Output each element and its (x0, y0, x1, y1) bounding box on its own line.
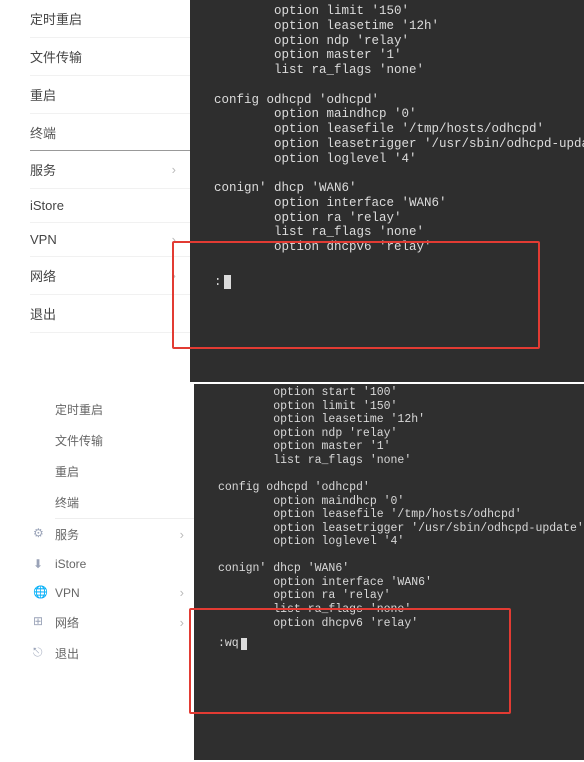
terminal-code: option start '100' option limit '150' op… (194, 384, 584, 630)
chevron-right-icon: › (172, 162, 176, 177)
panel-1: 定时重启文件传输重启终端服务 › iStore VPN›网络› 退出 option li… (0, 0, 584, 382)
chevron-right-icon: › (180, 615, 184, 630)
sidebar-item-label: 定时重启 (55, 401, 103, 418)
sidebar-item-label: 重启 (30, 85, 56, 104)
network-icon: ⊞ (33, 614, 47, 628)
sidebar-item-label: 重启 (55, 463, 79, 480)
sidebar-item[interactable]: 文件传输 (30, 38, 190, 76)
chevron-right-icon: › (180, 527, 184, 542)
sidebar-item[interactable]: 定时重启 (55, 394, 194, 425)
sidebar: 定时重启文件传输重启终端⚙服务›⬇iStore🌐VPN›⊞网络›⎋退出 (0, 384, 194, 669)
gear-icon: ⚙ (33, 526, 47, 540)
sidebar-item-label: 终端 (30, 123, 56, 142)
sidebar-item[interactable]: 退出 (30, 295, 190, 333)
sidebar-item-label: 退出 (30, 304, 56, 323)
sidebar-item-label: 服务 (30, 160, 56, 179)
terminal-code: option limit '150' option leasetime '12h… (190, 0, 584, 255)
sidebar-item-label: 终端 (55, 494, 79, 511)
sidebar-item[interactable]: VPN› (30, 223, 190, 257)
sidebar-item[interactable]: 文件传输 (55, 425, 194, 456)
sidebar-item-label: iStore (55, 557, 86, 571)
sidebar-item[interactable]: 定时重启 (30, 0, 190, 38)
sidebar-item[interactable]: 网络› (30, 257, 190, 295)
sidebar-item-label: 服务 (55, 526, 79, 543)
exit-icon: ⎋ (33, 645, 47, 659)
sidebar-item-label: VPN (55, 586, 80, 600)
panel-2: 定时重启文件传输重启终端⚙服务›⬇iStore🌐VPN›⊞网络›⎋退出 opti… (0, 382, 584, 758)
download-icon: ⬇ (33, 557, 47, 571)
sidebar-item[interactable]: 重启 (30, 76, 190, 114)
sidebar-item-label: 网络 (30, 266, 56, 285)
sidebar-item-label: 定时重启 (30, 9, 82, 28)
sidebar-item[interactable]: 终端 (30, 114, 190, 151)
sidebar-item-label: 退出 (55, 645, 79, 662)
sidebar-item-label: iStore (30, 198, 64, 213)
sidebar-item[interactable]: 🌐VPN› (55, 578, 194, 607)
sidebar-item[interactable]: ⬇iStore (55, 550, 194, 578)
chevron-right-icon: › (180, 585, 184, 600)
sidebar-item-label: 文件传输 (30, 47, 82, 66)
sidebar-item[interactable]: 服务 › (30, 151, 190, 189)
sidebar: 定时重启文件传输重启终端服务 › iStore VPN›网络› 退出 (0, 0, 190, 333)
sidebar-item[interactable]: 重启 (55, 456, 194, 487)
sidebar-item-label: VPN (30, 232, 57, 247)
sidebar-item[interactable]: ⚙服务› (55, 519, 194, 550)
sidebar-item[interactable]: 终端 (55, 487, 194, 519)
sidebar-item[interactable]: iStore (30, 189, 190, 223)
sidebar-item-label: 网络 (55, 614, 79, 631)
globe-icon: 🌐 (33, 585, 47, 599)
sidebar-item[interactable]: ⎋退出 (55, 638, 194, 669)
annotation-highlight (189, 608, 511, 714)
sidebar-item[interactable]: ⊞网络› (55, 607, 194, 638)
annotation-highlight (172, 241, 540, 349)
sidebar-item-label: 文件传输 (55, 432, 103, 449)
